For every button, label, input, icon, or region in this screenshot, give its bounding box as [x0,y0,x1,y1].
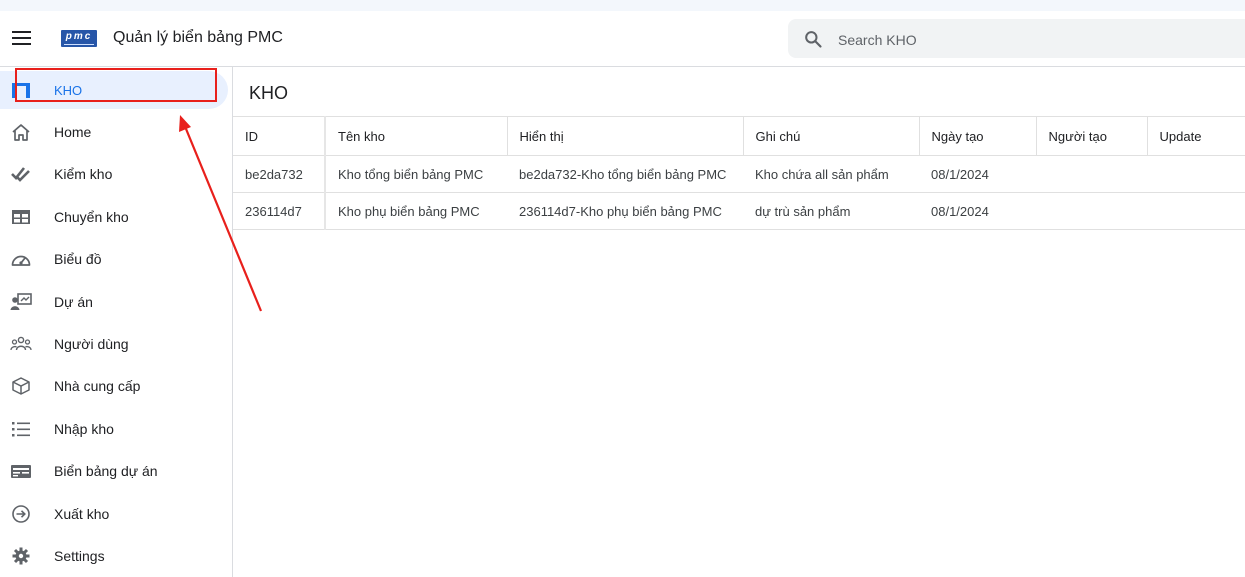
presentation-user-icon [10,293,32,310]
sidebar-item-nhap-kho[interactable]: Nhập kho [0,410,228,448]
app-title: Quản lý biển bảng PMC [113,29,283,46]
cell-ngay-tao: 08/1/2024 [919,192,1036,230]
sidebar-item-home[interactable]: Home [0,113,228,151]
table-row[interactable]: be2da732 Kho tổng biển bảng PMC be2da732… [233,155,1245,193]
cell-hien-thi: be2da732-Kho tổng biển bảng PMC [507,155,743,193]
page-title: KHO [249,83,289,103]
arrow-circle-right-icon [12,505,30,523]
home-icon [12,124,30,141]
speedometer-icon [11,255,31,266]
main-content: KHO ID Tên kho Hiển thị Ghi chú Ngày tạo… [233,67,1245,577]
cell-id: be2da732 [233,155,326,193]
warehouse-icon [12,83,30,98]
cell-update[interactable] [1147,155,1245,193]
top-strip [0,0,1245,11]
search-input[interactable] [836,19,1220,60]
column-header-update[interactable]: Update [1146,116,1245,156]
sidebar-item-label: Chuyển kho [54,209,129,225]
card-icon [11,465,31,478]
sidebar-item-label: Home [54,124,92,140]
cell-ghi-chu: dự trù sản phẩm [743,192,919,230]
sidebar-item-nha-cung-cap[interactable]: Nhà cung cấp [0,367,228,405]
cell-ngay-tao: 08/1/2024 [919,155,1036,193]
sidebar-item-xuat-kho[interactable]: Xuất kho [0,495,228,533]
sidebar-item-label: Dự án [54,294,93,310]
people-icon [10,336,32,351]
cell-update[interactable] [1147,192,1245,230]
sidebar-item-label: Kiểm kho [54,166,113,182]
column-header-id[interactable]: ID [233,116,326,156]
sidebar-item-chuyen-kho[interactable]: Chuyển kho [0,198,228,236]
gear-icon [12,547,30,565]
cell-ten-kho: Kho tổng biển bảng PMC [325,155,507,193]
table-icon [12,210,30,224]
app-bar: pmc Quản lý biển bảng PMC [0,11,1245,67]
table-row[interactable]: 236114d7 Kho phụ biển bảng PMC 236114d7-… [233,192,1245,230]
cell-nguoi-tao [1036,155,1147,193]
sidebar-item-bien-bang-du-an[interactable]: Biển bảng dự án [0,452,228,490]
sidebar-item-bieu-do[interactable]: Biểu đồ [0,240,228,278]
sidebar-item-label: Settings [54,548,105,564]
sidebar-item-label: Nhà cung cấp [54,378,141,394]
check-done-icon [11,167,30,182]
column-header-ten-kho[interactable]: Tên kho [324,116,507,156]
column-header-nguoi-tao[interactable]: Người tạo [1035,116,1147,156]
cell-id: 236114d7 [233,192,326,230]
cell-ghi-chu: Kho chứa all sản phẩm [743,155,919,193]
sidebar-item-label: KHO [54,83,83,98]
sidebar-item-du-an[interactable]: Dự án [0,283,228,321]
sidebar-item-label: Nhập kho [54,421,114,437]
box-icon [12,377,30,395]
sidebar: KHO Home Kiểm kho Chuyển kho Biểu đồ Dự … [0,67,233,577]
menu-icon[interactable] [12,31,31,45]
pmc-logo: pmc [61,30,97,47]
kho-table: ID Tên kho Hiển thị Ghi chú Ngày tạo Ngư… [233,116,1245,230]
sidebar-item-label: Xuất kho [54,506,110,522]
table-header-row: ID Tên kho Hiển thị Ghi chú Ngày tạo Ngư… [233,116,1245,156]
sidebar-item-kiem-kho[interactable]: Kiểm kho [0,155,228,193]
search-icon[interactable] [803,29,823,49]
column-header-ghi-chu[interactable]: Ghi chú [742,116,919,156]
sidebar-item-nguoi-dung[interactable]: Người dùng [0,325,228,363]
column-header-hien-thi[interactable]: Hiển thị [506,116,743,156]
sidebar-item-settings[interactable]: Settings [0,537,228,575]
cell-ten-kho: Kho phụ biển bảng PMC [325,192,507,230]
sidebar-item-label: Biển bảng dự án [54,463,158,479]
sidebar-item-label: Người dùng [54,336,129,352]
cell-hien-thi: 236114d7-Kho phụ biển bảng PMC [507,192,743,230]
list-icon [12,422,30,437]
cell-nguoi-tao [1036,192,1147,230]
sidebar-item-label: Biểu đồ [54,251,102,267]
sidebar-item-kho[interactable]: KHO [0,71,228,109]
search-bar[interactable] [788,19,1245,60]
column-header-ngay-tao[interactable]: Ngày tạo [918,116,1036,156]
